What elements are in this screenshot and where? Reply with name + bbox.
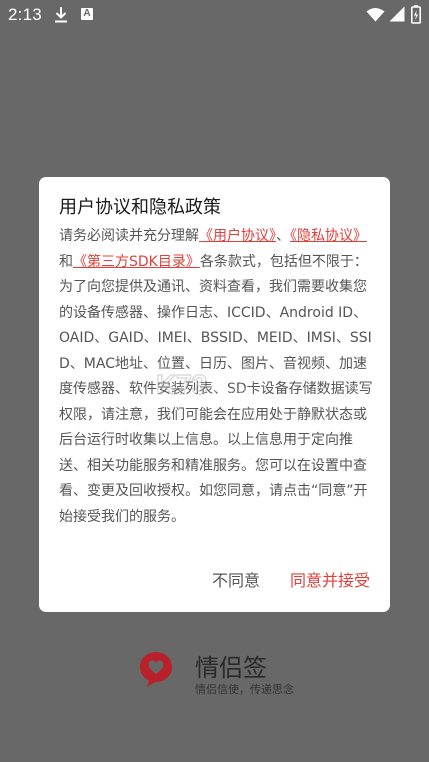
heart-logo-icon [140,652,172,687]
download-icon [55,7,67,23]
battery-icon [411,5,421,24]
svg-text:K73: K73 [156,369,207,400]
dialog-actions: 不同意 同意并接受 [212,565,370,593]
user-agreement-link[interactable]: 《用户协议》 [199,228,276,244]
watermark-text: 游戏之家 [214,372,258,385]
brand: 情侣签 情侣信使，传递思念 [138,648,318,698]
watermark: K73 游戏之家 k73.com [154,360,284,410]
body-and: 和 [59,253,73,270]
privacy-policy-link[interactable]: 《隐私协议》 [290,228,367,244]
app-name: 情侣签 [195,654,267,682]
body-separator: 、 [276,228,290,244]
app-slogan: 情侣信使，传递思念 [195,683,294,696]
signal-icon [389,6,405,22]
status-time: 2:13 [8,5,42,24]
status-bar: 2:13 A [0,0,429,30]
watermark-url: k73.com [214,385,252,396]
watermark-logo-icon: K73 [155,368,208,401]
dialog-title: 用户协议和隐私政策 [59,197,221,218]
disagree-button[interactable]: 不同意 [212,567,260,591]
body-intro: 请务必阅读并充分理解 [59,228,199,244]
sdk-list-link[interactable]: 《第三方SDK目录》 [73,254,200,270]
agree-button[interactable]: 同意并接受 [290,567,370,591]
wifi-icon [366,8,385,22]
a-notification-icon: A [81,8,93,20]
